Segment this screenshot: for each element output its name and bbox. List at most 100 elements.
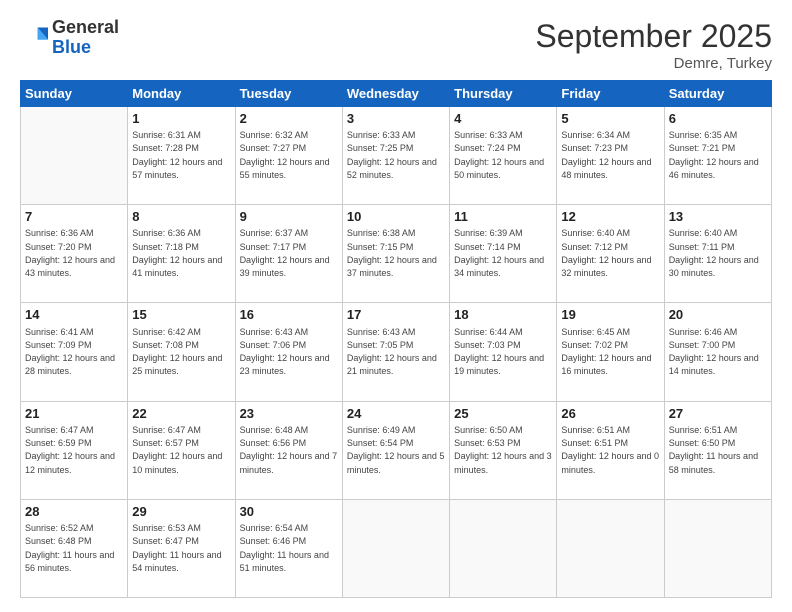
calendar-day-cell: 18 Sunrise: 6:44 AMSunset: 7:03 PMDaylig… [450, 303, 557, 401]
weekday-header: Wednesday [342, 81, 449, 107]
weekday-header: Friday [557, 81, 664, 107]
calendar-day-cell: 27 Sunrise: 6:51 AMSunset: 6:50 PMDaylig… [664, 401, 771, 499]
calendar-week-row: 1 Sunrise: 6:31 AMSunset: 7:28 PMDayligh… [21, 107, 772, 205]
calendar-week-row: 21 Sunrise: 6:47 AMSunset: 6:59 PMDaylig… [21, 401, 772, 499]
day-number: 25 [454, 405, 552, 423]
day-number: 7 [25, 208, 123, 226]
day-number: 21 [25, 405, 123, 423]
day-info: Sunrise: 6:43 AMSunset: 7:05 PMDaylight:… [347, 327, 437, 377]
calendar-day-cell: 7 Sunrise: 6:36 AMSunset: 7:20 PMDayligh… [21, 205, 128, 303]
calendar-day-cell: 11 Sunrise: 6:39 AMSunset: 7:14 PMDaylig… [450, 205, 557, 303]
logo-icon [20, 24, 48, 52]
weekday-header: Monday [128, 81, 235, 107]
day-info: Sunrise: 6:38 AMSunset: 7:15 PMDaylight:… [347, 228, 437, 278]
calendar-day-cell: 25 Sunrise: 6:50 AMSunset: 6:53 PMDaylig… [450, 401, 557, 499]
calendar-day-cell: 14 Sunrise: 6:41 AMSunset: 7:09 PMDaylig… [21, 303, 128, 401]
day-info: Sunrise: 6:47 AMSunset: 6:57 PMDaylight:… [132, 425, 222, 475]
day-info: Sunrise: 6:42 AMSunset: 7:08 PMDaylight:… [132, 327, 222, 377]
day-info: Sunrise: 6:31 AMSunset: 7:28 PMDaylight:… [132, 130, 222, 180]
calendar-day-cell: 28 Sunrise: 6:52 AMSunset: 6:48 PMDaylig… [21, 499, 128, 597]
logo-blue: Blue [52, 38, 119, 58]
calendar-day-cell: 23 Sunrise: 6:48 AMSunset: 6:56 PMDaylig… [235, 401, 342, 499]
calendar-day-cell: 12 Sunrise: 6:40 AMSunset: 7:12 PMDaylig… [557, 205, 664, 303]
calendar-day-cell [450, 499, 557, 597]
day-info: Sunrise: 6:50 AMSunset: 6:53 PMDaylight:… [454, 425, 552, 475]
day-number: 20 [669, 306, 767, 324]
calendar-day-cell: 6 Sunrise: 6:35 AMSunset: 7:21 PMDayligh… [664, 107, 771, 205]
calendar-day-cell: 9 Sunrise: 6:37 AMSunset: 7:17 PMDayligh… [235, 205, 342, 303]
day-info: Sunrise: 6:54 AMSunset: 6:46 PMDaylight:… [240, 523, 329, 573]
day-info: Sunrise: 6:37 AMSunset: 7:17 PMDaylight:… [240, 228, 330, 278]
calendar-day-cell: 24 Sunrise: 6:49 AMSunset: 6:54 PMDaylig… [342, 401, 449, 499]
day-number: 30 [240, 503, 338, 521]
calendar-day-cell: 20 Sunrise: 6:46 AMSunset: 7:00 PMDaylig… [664, 303, 771, 401]
calendar-day-cell: 16 Sunrise: 6:43 AMSunset: 7:06 PMDaylig… [235, 303, 342, 401]
day-number: 4 [454, 110, 552, 128]
day-info: Sunrise: 6:45 AMSunset: 7:02 PMDaylight:… [561, 327, 651, 377]
day-number: 12 [561, 208, 659, 226]
weekday-header: Saturday [664, 81, 771, 107]
day-info: Sunrise: 6:52 AMSunset: 6:48 PMDaylight:… [25, 523, 114, 573]
month-title: September 2025 [535, 18, 772, 55]
calendar-day-cell: 2 Sunrise: 6:32 AMSunset: 7:27 PMDayligh… [235, 107, 342, 205]
day-number: 5 [561, 110, 659, 128]
day-number: 8 [132, 208, 230, 226]
calendar-week-row: 7 Sunrise: 6:36 AMSunset: 7:20 PMDayligh… [21, 205, 772, 303]
calendar-day-cell: 4 Sunrise: 6:33 AMSunset: 7:24 PMDayligh… [450, 107, 557, 205]
day-info: Sunrise: 6:47 AMSunset: 6:59 PMDaylight:… [25, 425, 115, 475]
calendar-day-cell: 19 Sunrise: 6:45 AMSunset: 7:02 PMDaylig… [557, 303, 664, 401]
day-number: 24 [347, 405, 445, 423]
header: General Blue September 2025 Demre, Turke… [20, 18, 772, 72]
day-number: 2 [240, 110, 338, 128]
day-number: 27 [669, 405, 767, 423]
logo: General Blue [20, 18, 119, 58]
day-number: 22 [132, 405, 230, 423]
calendar-day-cell: 1 Sunrise: 6:31 AMSunset: 7:28 PMDayligh… [128, 107, 235, 205]
calendar-day-cell: 17 Sunrise: 6:43 AMSunset: 7:05 PMDaylig… [342, 303, 449, 401]
day-info: Sunrise: 6:33 AMSunset: 7:25 PMDaylight:… [347, 130, 437, 180]
calendar-day-cell [664, 499, 771, 597]
weekday-header: Tuesday [235, 81, 342, 107]
calendar-day-cell [557, 499, 664, 597]
logo-general: General [52, 18, 119, 38]
weekday-header: Sunday [21, 81, 128, 107]
day-info: Sunrise: 6:53 AMSunset: 6:47 PMDaylight:… [132, 523, 221, 573]
day-info: Sunrise: 6:34 AMSunset: 7:23 PMDaylight:… [561, 130, 651, 180]
day-number: 23 [240, 405, 338, 423]
calendar-day-cell: 26 Sunrise: 6:51 AMSunset: 6:51 PMDaylig… [557, 401, 664, 499]
day-number: 13 [669, 208, 767, 226]
calendar-day-cell: 30 Sunrise: 6:54 AMSunset: 6:46 PMDaylig… [235, 499, 342, 597]
day-info: Sunrise: 6:32 AMSunset: 7:27 PMDaylight:… [240, 130, 330, 180]
day-info: Sunrise: 6:36 AMSunset: 7:20 PMDaylight:… [25, 228, 115, 278]
day-info: Sunrise: 6:35 AMSunset: 7:21 PMDaylight:… [669, 130, 759, 180]
day-info: Sunrise: 6:40 AMSunset: 7:12 PMDaylight:… [561, 228, 651, 278]
day-number: 18 [454, 306, 552, 324]
calendar-day-cell: 21 Sunrise: 6:47 AMSunset: 6:59 PMDaylig… [21, 401, 128, 499]
day-number: 14 [25, 306, 123, 324]
day-number: 11 [454, 208, 552, 226]
day-number: 16 [240, 306, 338, 324]
calendar-day-cell: 10 Sunrise: 6:38 AMSunset: 7:15 PMDaylig… [342, 205, 449, 303]
day-info: Sunrise: 6:48 AMSunset: 6:56 PMDaylight:… [240, 425, 338, 475]
calendar-table: SundayMondayTuesdayWednesdayThursdayFrid… [20, 80, 772, 598]
day-info: Sunrise: 6:51 AMSunset: 6:50 PMDaylight:… [669, 425, 758, 475]
day-info: Sunrise: 6:44 AMSunset: 7:03 PMDaylight:… [454, 327, 544, 377]
day-info: Sunrise: 6:33 AMSunset: 7:24 PMDaylight:… [454, 130, 544, 180]
day-number: 17 [347, 306, 445, 324]
calendar-day-cell [342, 499, 449, 597]
day-info: Sunrise: 6:49 AMSunset: 6:54 PMDaylight:… [347, 425, 445, 475]
day-number: 15 [132, 306, 230, 324]
calendar-day-cell: 22 Sunrise: 6:47 AMSunset: 6:57 PMDaylig… [128, 401, 235, 499]
day-info: Sunrise: 6:36 AMSunset: 7:18 PMDaylight:… [132, 228, 222, 278]
day-info: Sunrise: 6:51 AMSunset: 6:51 PMDaylight:… [561, 425, 659, 475]
calendar-day-cell: 13 Sunrise: 6:40 AMSunset: 7:11 PMDaylig… [664, 205, 771, 303]
day-number: 28 [25, 503, 123, 521]
day-number: 3 [347, 110, 445, 128]
day-info: Sunrise: 6:39 AMSunset: 7:14 PMDaylight:… [454, 228, 544, 278]
calendar-day-cell: 8 Sunrise: 6:36 AMSunset: 7:18 PMDayligh… [128, 205, 235, 303]
calendar-day-cell [21, 107, 128, 205]
calendar-day-cell: 5 Sunrise: 6:34 AMSunset: 7:23 PMDayligh… [557, 107, 664, 205]
day-number: 29 [132, 503, 230, 521]
calendar-day-cell: 29 Sunrise: 6:53 AMSunset: 6:47 PMDaylig… [128, 499, 235, 597]
logo-text: General Blue [52, 18, 119, 58]
